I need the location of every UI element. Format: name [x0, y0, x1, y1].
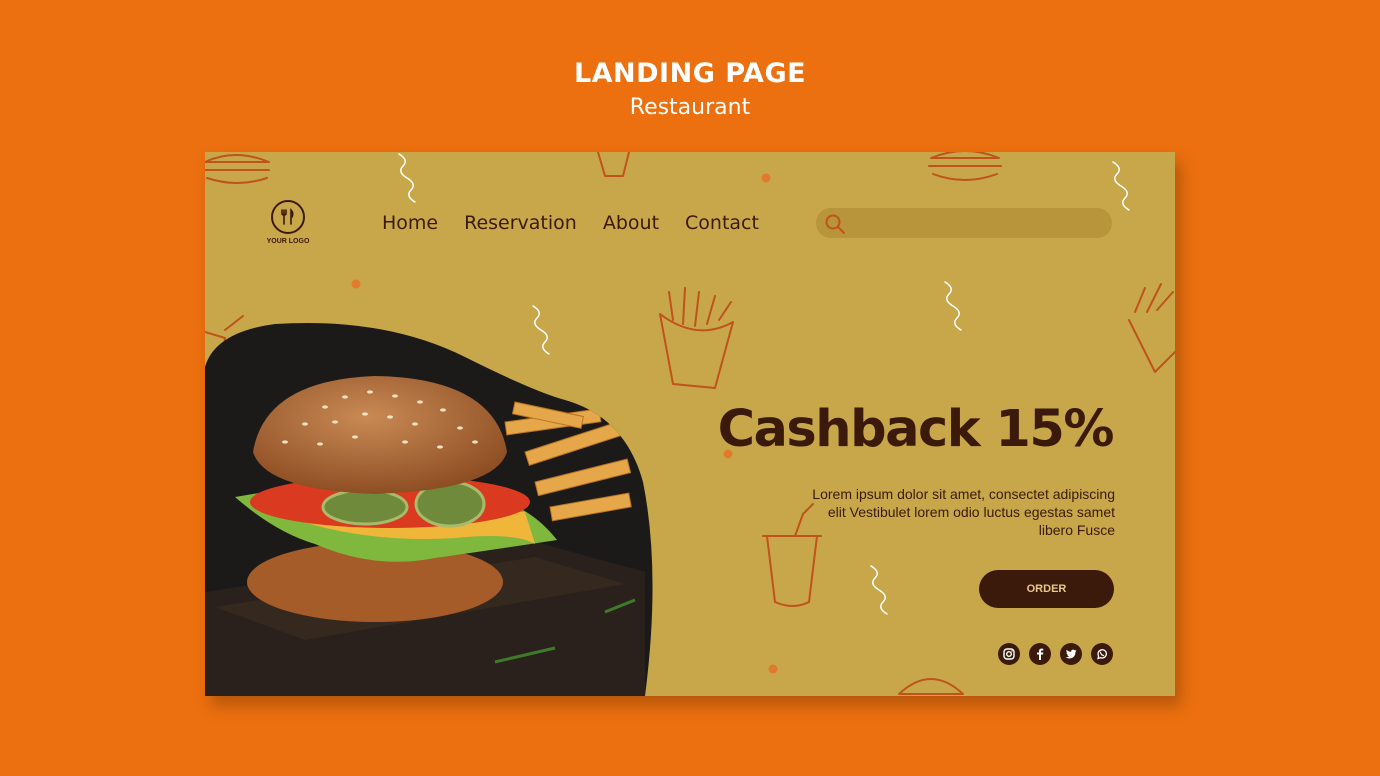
- hero-title: Cashback 15%: [717, 400, 1115, 459]
- page-heading: LANDING PAGE: [573, 58, 807, 89]
- logo-icon: [271, 200, 305, 234]
- logo-text: YOUR LOGO: [266, 238, 310, 245]
- search-icon[interactable]: [824, 213, 846, 240]
- search-bar[interactable]: [816, 208, 1112, 240]
- landing-card: YOUR LOGO Home Reservation About Contact…: [205, 152, 1175, 696]
- twitter-icon[interactable]: [1060, 643, 1082, 665]
- instagram-icon[interactable]: [998, 643, 1020, 665]
- hero-text: Lorem ipsum dolor sit amet, consectet ad…: [812, 486, 1115, 538]
- main-nav: Home Reservation About Contact: [382, 212, 759, 234]
- page-subheading: Restaurant: [629, 95, 751, 120]
- logo[interactable]: YOUR LOGO: [265, 200, 311, 245]
- social-links: [998, 643, 1113, 665]
- facebook-icon[interactable]: [1029, 643, 1051, 665]
- nav-contact[interactable]: Contact: [685, 212, 759, 234]
- whatsapp-icon[interactable]: [1091, 643, 1113, 665]
- nav-about[interactable]: About: [603, 212, 659, 234]
- order-button[interactable]: ORDER: [979, 570, 1114, 608]
- search-input[interactable]: [852, 208, 1106, 240]
- nav-reservation[interactable]: Reservation: [464, 212, 577, 234]
- nav-home[interactable]: Home: [382, 212, 438, 234]
